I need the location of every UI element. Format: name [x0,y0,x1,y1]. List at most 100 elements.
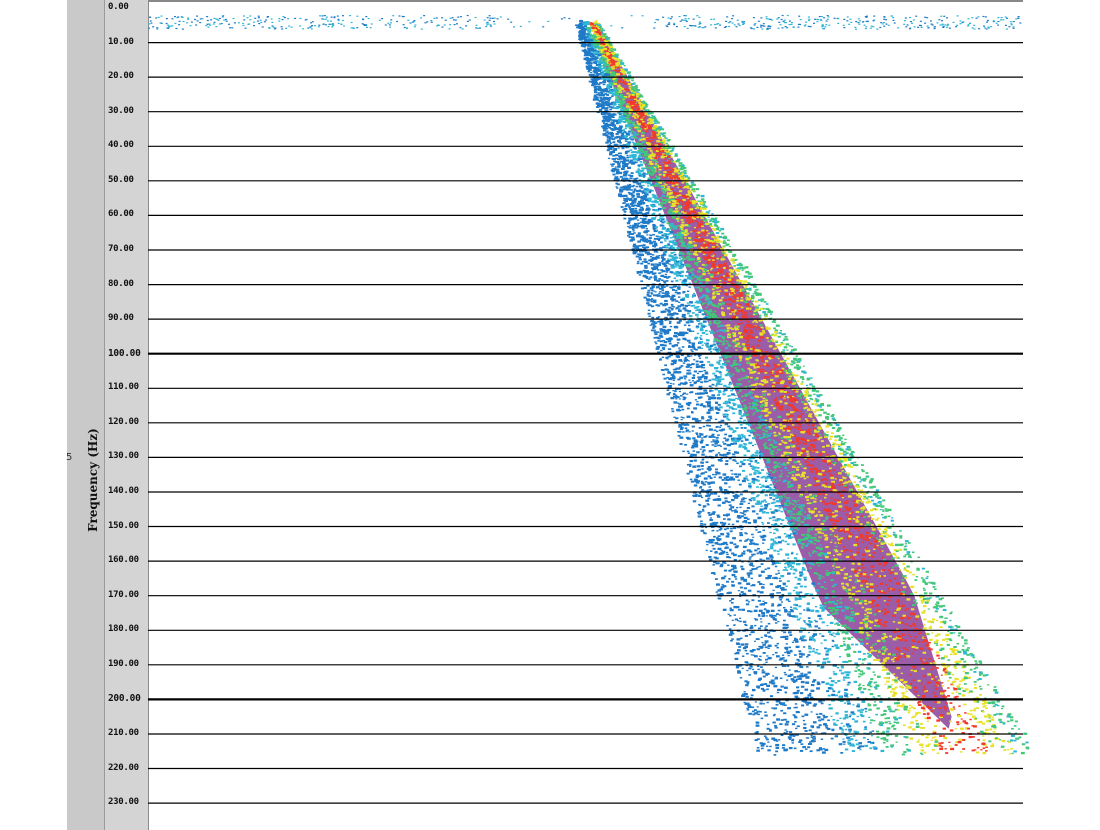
energy-dot [958,683,961,686]
energy-dot [788,391,791,394]
noise-dot [818,16,821,18]
energy-dot [865,538,869,541]
energy-dot [763,301,767,303]
energy-dot [955,661,958,663]
noise-dot [997,20,1000,23]
energy-dot [719,329,723,332]
noise-dot [356,27,359,29]
energy-dot [759,742,763,745]
energy-dot [810,528,814,531]
energy-dot [764,442,767,445]
energy-dot [833,464,836,466]
energy-dot [631,204,635,207]
energy-dot [704,219,707,222]
energy-dot [758,304,761,306]
energy-dot [991,743,995,745]
energy-dot [764,480,767,483]
energy-dot [793,393,796,396]
energy-dot [718,240,722,243]
energy-dot [833,672,838,676]
energy-dot [656,183,660,185]
energy-dot [620,120,624,123]
energy-dot [857,489,860,491]
energy-dot [876,544,879,547]
energy-dot [744,393,749,396]
energy-dot [769,418,773,421]
noise-dot [803,25,806,27]
energy-dot [864,571,867,573]
energy-dot [773,461,777,464]
energy-dot [737,323,741,325]
energy-dot [813,539,817,542]
energy-dot [796,447,800,450]
energy-dot [682,216,686,219]
noise-dot [714,27,717,29]
energy-dot [624,151,628,153]
energy-dot [826,413,830,416]
energy-dot [785,535,789,538]
energy-dot [750,577,753,580]
energy-dot [748,287,752,290]
energy-dot [797,423,801,426]
energy-dot [883,575,887,577]
energy-dot [762,393,766,396]
energy-dot [749,465,753,467]
energy-dot [982,739,986,742]
noise-dot [215,26,218,28]
noise-dot [330,20,332,22]
energy-dot [803,723,807,726]
noise-dot [490,25,493,28]
energy-dot [877,695,881,697]
energy-dot [766,723,770,726]
noise-dot [816,21,819,23]
noise-dot [732,15,735,17]
energy-dot [748,355,751,357]
energy-dot [739,506,742,509]
energy-dot [863,728,866,731]
noise-dot [229,27,232,29]
energy-dot [626,156,630,159]
energy-dot [643,161,647,164]
energy-dot [705,222,710,226]
energy-dot [756,475,760,478]
energy-dot [727,419,731,421]
energy-dot [773,532,776,535]
energy-dot [792,374,796,377]
energy-dot [787,736,792,739]
noise-dot [449,24,452,26]
energy-dot [649,150,653,152]
energy-dot [695,188,700,191]
energy-dot [818,454,822,457]
energy-dot [770,502,774,504]
noise-dot [310,28,313,30]
energy-dot [1011,728,1014,730]
energy-dot [717,269,720,271]
energy-dot [688,237,692,239]
energy-dot [831,613,836,615]
energy-dot [702,232,707,235]
noise-dot [783,21,786,23]
noise-dot [249,15,252,17]
energy-dot [752,321,755,323]
noise-dot [678,16,681,18]
energy-dot [729,608,734,612]
energy-dot [788,471,792,474]
noise-dot [365,24,368,26]
energy-dot [905,744,909,746]
energy-dot [845,632,849,635]
noise-dot [846,16,849,18]
energy-dot [873,701,877,703]
noise-dot [366,26,368,28]
energy-dot [834,510,839,513]
energy-dot [636,195,641,198]
noise-dot [903,23,906,25]
energy-dot [632,154,637,158]
energy-dot [651,139,654,142]
energy-dot [783,385,788,388]
energy-dot [890,684,893,686]
energy-dot [905,687,908,690]
noise-dot [253,25,255,27]
energy-dot [601,101,605,104]
energy-dot [915,722,920,725]
energy-dot [840,568,844,571]
